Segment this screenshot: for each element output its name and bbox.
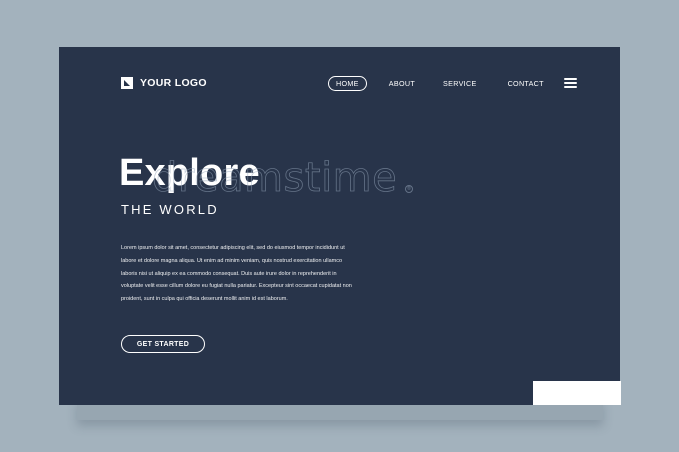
hamburger-menu-icon[interactable] — [564, 78, 577, 88]
logo[interactable]: YOUR LOGO — [121, 77, 207, 89]
watermark: dreamstime — [152, 155, 398, 202]
main-nav: HOME ABOUT SERVICE CONTACT — [328, 76, 544, 91]
logo-text: YOUR LOGO — [140, 77, 207, 89]
nav-home[interactable]: HOME — [328, 76, 367, 91]
nav-contact[interactable]: CONTACT — [508, 79, 544, 88]
landing-page-card: YOUR LOGO HOME ABOUT SERVICE CONTACT Exp… — [59, 47, 620, 405]
watermark-registered-mark: ® — [405, 185, 413, 193]
nav-service[interactable]: SERVICE — [443, 79, 477, 88]
hero-body-text: Lorem ipsum dolor sit amet, consectetur … — [121, 245, 352, 303]
corner-block — [533, 381, 621, 405]
get-started-button[interactable]: GET STARTED — [121, 335, 205, 353]
hero-subtitle: THE WORLD — [121, 202, 219, 217]
nav-about[interactable]: ABOUT — [389, 79, 415, 88]
logo-mark-icon — [121, 77, 133, 89]
